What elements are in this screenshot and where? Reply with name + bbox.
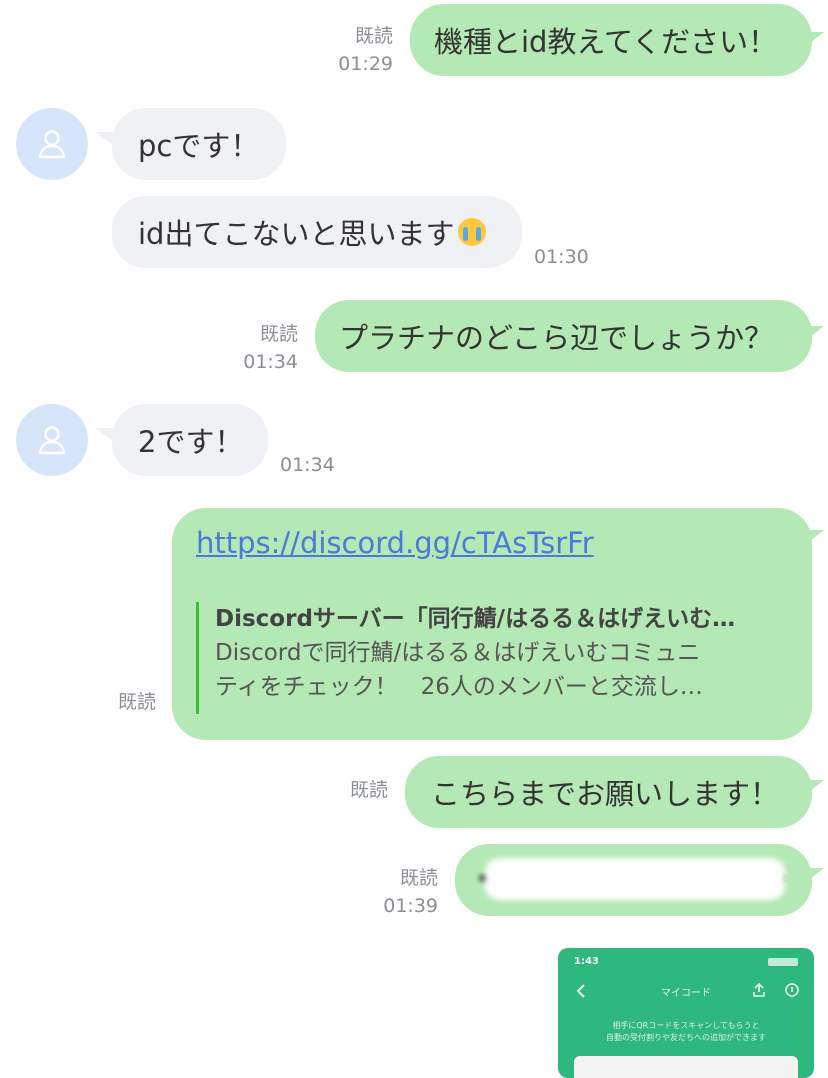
loudly-crying-face-icon [458,218,487,246]
message-meta: 既読 01:29 [300,22,393,78]
read-receipt: 既読 [349,779,388,801]
message-meta: 既読 [100,688,156,716]
link-preview-description-line2: ティをチェック！ 26人のメンバーと交流し… [215,674,703,700]
link-preview-title: Discordサーバー「同行鯖/はるる＆はげえいむ… [215,606,736,632]
message-text: こちらまでお願いします！ [431,777,780,811]
image-message-preview[interactable]: 1:43 マイコード 相手にQRコードをスキャンしてもらうと 自動の受付割りや友… [558,948,814,1078]
message-time: 01:34 [243,351,298,373]
message-time: 01:29 [338,53,393,75]
incoming-message-bubble[interactable]: pcです！ [112,108,286,180]
discord-invite-link[interactable]: https://discord.gg/cTAsTsrFr [196,526,594,560]
person-icon [38,426,66,455]
bubble-tail [806,780,824,794]
incoming-message-bubble[interactable]: 2です！ [112,404,268,476]
bubble-tail [806,530,824,544]
message-text: id出てこないと思います [138,217,455,251]
message-text: 機種とid教えてください！ [434,25,778,59]
screen-title: マイコード [661,988,711,999]
message-meta: 既読 01:39 [345,864,438,920]
message-text: pcです！ [138,129,260,163]
outgoing-message-bubble[interactable]: こちらまでお願いします！ [405,756,812,828]
contact-avatar[interactable] [16,108,88,180]
link-preview[interactable]: Discordサーバー「同行鯖/はるる＆はげえいむ… Discordで同行鯖/は… [196,602,796,714]
bubble-tail [806,32,824,46]
bubble-tail [806,326,824,340]
link-preview-description-line1: Discordで同行鯖/はるる＆はげえいむコミュニ [215,640,701,666]
outgoing-message-bubble[interactable]: プラチナのどこら辺でしょうか？ [315,300,812,372]
redaction-overlay [485,858,785,900]
read-receipt: 既読 [354,25,393,47]
outgoing-message-bubble[interactable]: 機種とid教えてください！ [410,4,812,76]
info-icon [785,983,799,997]
redacted-message-bubble[interactable] [455,844,812,916]
share-icon [753,982,765,997]
incoming-message-bubble[interactable]: id出てこないと思います [112,196,522,268]
status-icons [768,958,798,966]
read-receipt: 既読 [399,867,438,889]
read-receipt: 既読 [117,691,156,713]
message-text: プラチナのどこら辺でしょうか？ [339,321,774,355]
message-meta: 既読 [330,776,388,804]
qr-card [574,1056,798,1078]
bubble-tail [806,868,824,882]
person-icon [38,130,66,159]
read-receipt: 既読 [259,323,298,345]
status-time: 1:43 [574,956,599,967]
message-time: 01:34 [280,454,335,476]
message-time: 01:39 [383,895,438,917]
screen-caption: 相手にQRコードをスキャンしてもらうと 自動の受付割りや友だちへの追加ができます [606,1021,766,1042]
message-time: 01:30 [534,246,589,268]
contact-avatar[interactable] [16,404,88,476]
message-text: 2です！ [138,425,244,459]
message-meta: 既読 01:34 [205,320,298,376]
